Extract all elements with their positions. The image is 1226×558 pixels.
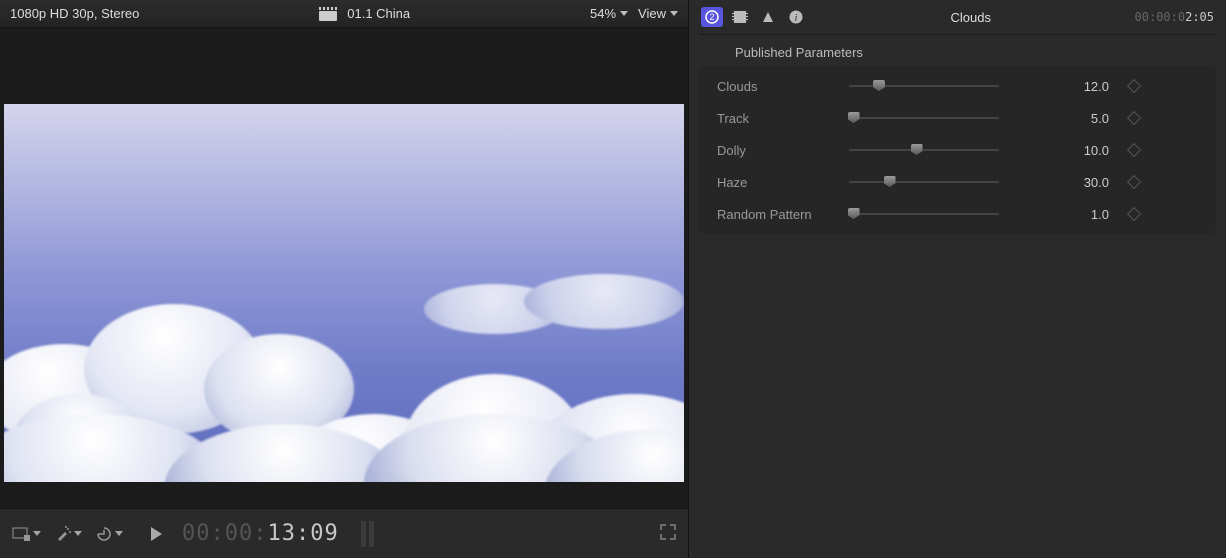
param-label: Dolly <box>709 143 839 158</box>
keyframe-icon[interactable] <box>1127 111 1141 125</box>
keyframe-icon[interactable] <box>1127 79 1141 93</box>
param-label: Track <box>709 111 839 126</box>
keyframe-icon[interactable] <box>1127 207 1141 221</box>
param-track: Track 5.0 <box>699 102 1216 134</box>
viewer-canvas[interactable] <box>4 104 684 482</box>
tab-info[interactable]: i <box>785 7 807 27</box>
param-clouds: Clouds 12.0 <box>699 70 1216 102</box>
play-button[interactable] <box>151 527 162 541</box>
inspector-header: 2 i Clouds 00:00:02:05 <box>689 0 1226 34</box>
slider[interactable] <box>849 207 999 221</box>
section-header: Published Parameters <box>689 35 1226 66</box>
param-value[interactable]: 1.0 <box>1009 207 1109 222</box>
svg-text:i: i <box>795 13 798 24</box>
tab-color[interactable] <box>757 7 779 27</box>
transform-tool[interactable] <box>12 527 41 541</box>
param-value[interactable]: 5.0 <box>1009 111 1109 126</box>
param-value[interactable]: 12.0 <box>1009 79 1109 94</box>
slider[interactable] <box>849 111 999 125</box>
fullscreen-button[interactable] <box>660 524 676 543</box>
inspector-title: Clouds <box>815 10 1127 25</box>
slider[interactable] <box>849 79 999 93</box>
param-haze: Haze 30.0 <box>699 166 1216 198</box>
param-random-pattern: Random Pattern 1.0 <box>699 198 1216 230</box>
effects-tool[interactable] <box>55 526 82 542</box>
keyframe-icon[interactable] <box>1127 175 1141 189</box>
viewer-timecode[interactable]: 00:00:13:09 <box>182 521 339 546</box>
chevron-down-icon <box>620 11 628 16</box>
retime-tool[interactable] <box>96 526 123 542</box>
viewer-transport: 00:00:13:09 <box>0 508 688 558</box>
inspector-tabs: 2 i <box>701 7 807 27</box>
clapperboard-icon <box>319 7 337 21</box>
viewer-canvas-wrap <box>0 28 688 508</box>
published-parameters: Clouds 12.0 Track 5.0 Dolly 10.0 Haze 30… <box>699 66 1216 234</box>
param-label: Clouds <box>709 79 839 94</box>
viewer-pane: 1080p HD 30p, Stereo 01.1 China 54% View <box>0 0 688 558</box>
tab-video[interactable] <box>729 7 751 27</box>
chevron-down-icon <box>33 531 41 536</box>
slider[interactable] <box>849 143 999 157</box>
audio-meters <box>361 521 374 547</box>
param-value[interactable]: 10.0 <box>1009 143 1109 158</box>
chevron-down-icon <box>115 531 123 536</box>
timecode-bright: 13:09 <box>267 521 338 546</box>
tab-generator[interactable]: 2 <box>701 7 723 27</box>
chevron-down-icon <box>74 531 82 536</box>
slider[interactable] <box>849 175 999 189</box>
clip-name: 01.1 China <box>347 6 410 21</box>
viewer-header: 1080p HD 30p, Stereo 01.1 China 54% View <box>0 0 688 28</box>
zoom-value: 54% <box>590 6 616 21</box>
param-value[interactable]: 30.0 <box>1009 175 1109 190</box>
param-label: Random Pattern <box>709 207 839 222</box>
keyframe-icon[interactable] <box>1127 143 1141 157</box>
svg-text:2: 2 <box>709 12 714 22</box>
format-label: 1080p HD 30p, Stereo <box>10 6 139 21</box>
param-label: Haze <box>709 175 839 190</box>
chevron-down-icon <box>670 11 678 16</box>
view-menu[interactable]: View <box>638 6 678 21</box>
inspector-pane: 2 i Clouds 00:00:02:05 Published Paramet… <box>688 0 1226 558</box>
timecode-dim: 00:00: <box>182 521 267 546</box>
param-dolly: Dolly 10.0 <box>699 134 1216 166</box>
inspector-timecode: 00:00:02:05 <box>1135 10 1214 24</box>
zoom-menu[interactable]: 54% <box>590 6 628 21</box>
view-menu-label: View <box>638 6 666 21</box>
